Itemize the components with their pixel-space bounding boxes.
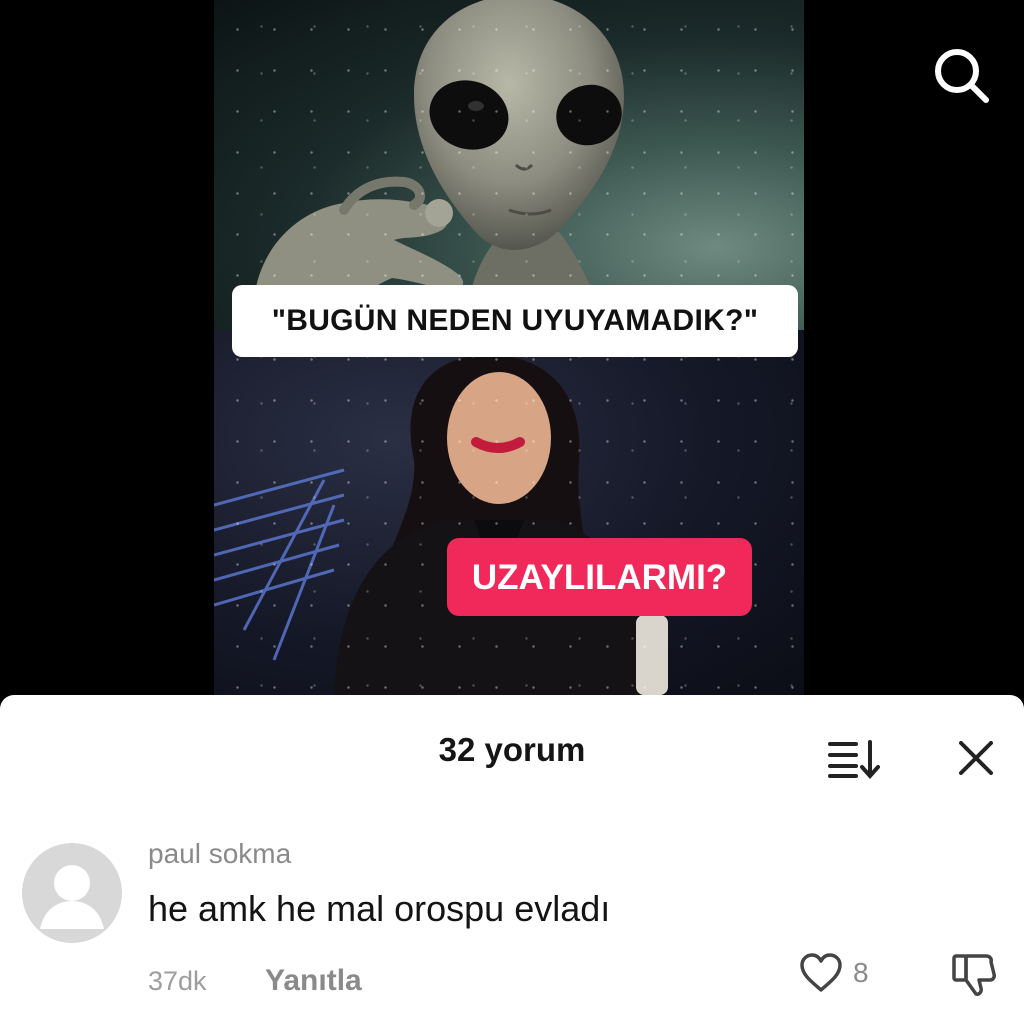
comment-time: 37dk xyxy=(148,966,207,996)
video-caption-question: "BUGÜN NEDEN UYUYAMADIK?" xyxy=(232,285,798,357)
video-frame-alien xyxy=(214,0,804,330)
search-icon[interactable] xyxy=(928,42,994,108)
avatar[interactable] xyxy=(22,843,122,943)
video-player[interactable]: "BUGÜN NEDEN UYUYAMADIK?" UZAYLILARMI? xyxy=(0,0,1024,700)
comment-text: he amk he mal orospu evladı xyxy=(148,888,611,929)
video-caption-answer: UZAYLILARMI? xyxy=(447,538,752,616)
heart-icon[interactable] xyxy=(798,952,844,994)
default-avatar-icon xyxy=(40,865,104,929)
like-count: 8 xyxy=(853,957,869,988)
reply-button[interactable]: Yanıtla xyxy=(265,964,362,998)
thumbs-down-icon[interactable] xyxy=(950,950,998,998)
video-frame-woman xyxy=(214,330,804,695)
comment-username[interactable]: paul sokma xyxy=(148,838,291,870)
close-icon[interactable] xyxy=(955,737,997,779)
sort-icon[interactable] xyxy=(826,738,880,780)
